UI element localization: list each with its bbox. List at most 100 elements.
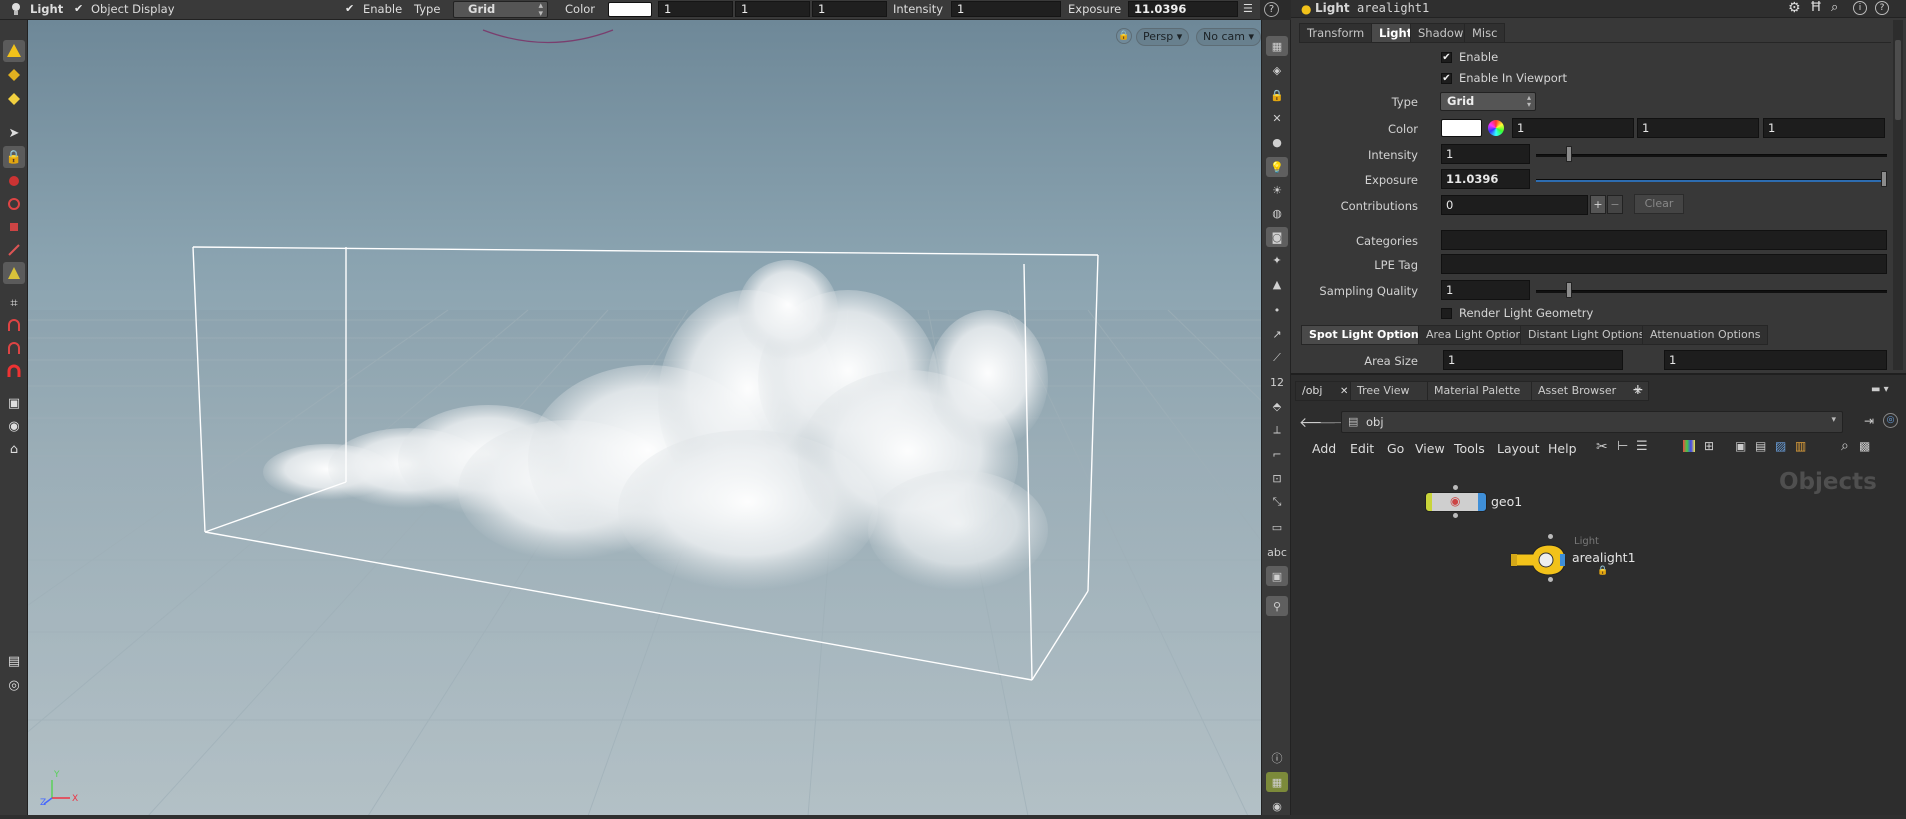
ambient-light-icon[interactable]: ◍ (1266, 203, 1288, 223)
search-icon[interactable]: ⌕ (1831, 0, 1838, 15)
camera-menu-button[interactable]: No cam ▾ (1196, 28, 1261, 46)
layer-icon[interactable]: ▤ (3, 650, 25, 672)
persp-menu-button[interactable]: Persp ▾ (1136, 28, 1190, 46)
area-size-x-field[interactable]: 1 (1443, 350, 1623, 370)
pin-icon[interactable]: ⇥ (1864, 414, 1874, 428)
thumbnail-icon[interactable]: ▣ (1735, 439, 1746, 453)
tab-spot-light-options[interactable]: Spot Light Options (1301, 325, 1434, 345)
exposure-slider-knob[interactable] (1881, 171, 1887, 187)
snap-multi-icon[interactable] (3, 361, 25, 383)
tab-misc[interactable]: Misc (1464, 23, 1506, 43)
vertex-normals-icon[interactable]: ⟂ (1266, 420, 1288, 440)
menu-tools[interactable]: Tools (1454, 441, 1485, 456)
number-display-icon[interactable]: 12 (1266, 372, 1288, 392)
menu-layout[interactable]: Layout (1497, 441, 1540, 456)
render-region-icon[interactable]: ▣ (3, 392, 25, 414)
geo1-node-label[interactable]: geo1 (1491, 494, 1522, 509)
param-scrollbar-thumb[interactable] (1895, 40, 1901, 120)
lpe-tag-field[interactable] (1441, 254, 1887, 274)
background-image-icon[interactable]: ▣ (1266, 566, 1288, 586)
geo1-node[interactable]: ◉ (1425, 492, 1487, 512)
network-info-icon[interactable]: ▩ (1859, 439, 1870, 453)
tree-layout-icon[interactable]: ⊢ (1617, 439, 1628, 454)
shading-mode-icon[interactable]: ● (1266, 132, 1288, 152)
normal-display-icon[interactable]: ↗ (1266, 324, 1288, 344)
color-g-field[interactable]: 1 (1637, 118, 1759, 138)
menu-edit[interactable]: Edit (1350, 441, 1374, 456)
color-r-field[interactable]: 1 (1512, 118, 1634, 138)
type-dropdown[interactable]: Grid ▴ ▾ (453, 1, 548, 19)
render-light-geometry-checkbox[interactable] (1441, 308, 1452, 319)
sampling-quality-field[interactable]: 1 (1441, 280, 1530, 300)
type-dropdown[interactable]: Grid ▴ ▾ (1440, 92, 1536, 111)
exposure-field[interactable]: 11.0396 (1441, 169, 1530, 189)
reference-plane-icon[interactable]: ⌂ (3, 438, 25, 460)
hide-others-icon[interactable]: ✕ (1266, 108, 1288, 128)
object-display-checkbox[interactable]: ✔ (74, 3, 84, 14)
light-link-icon[interactable]: ⚲ (1266, 596, 1288, 616)
arealight1-node[interactable] (1508, 543, 1567, 577)
remove-contribution-button[interactable]: − (1607, 195, 1623, 214)
info-icon[interactable]: ⓘ (1266, 748, 1288, 768)
pose-tool-icon[interactable] (3, 262, 25, 284)
area-size-y-field[interactable]: 1 (1664, 350, 1887, 370)
param-scrollbar[interactable] (1893, 20, 1903, 370)
select-arrow-icon[interactable]: ➤ (3, 122, 25, 144)
menu-go[interactable]: Go (1387, 441, 1404, 456)
intensity-slider-knob[interactable] (1566, 146, 1572, 162)
notes-icon[interactable]: ▤ (1755, 439, 1766, 453)
headlight-icon[interactable]: ☀ (1266, 180, 1288, 200)
light-display-icon[interactable]: 💡 (1266, 157, 1288, 177)
scene-viewport[interactable]: 🔒 Persp ▾ No cam ▾ Y Z X (28, 20, 1261, 816)
viewport-record-icon[interactable]: ◉ (3, 415, 25, 437)
point-display-icon[interactable]: • (1266, 300, 1288, 320)
camera-view-icon[interactable]: ◙ (1266, 227, 1288, 247)
color-swatch[interactable] (1441, 119, 1482, 137)
link-icon[interactable]: ◎ (1883, 413, 1898, 428)
display-options-icon[interactable]: ◈ (1266, 60, 1288, 80)
list-view-icon[interactable]: ☰ (1636, 439, 1648, 454)
backface-icon[interactable]: ▲ (1266, 274, 1288, 294)
sampling-quality-slider[interactable] (1536, 290, 1887, 293)
pane-layout-icon[interactable]: ▬ ▾ (1871, 384, 1889, 395)
handles-display-icon[interactable]: ⤡ (1266, 492, 1288, 512)
primitive-normals-icon[interactable]: ⬘ (1266, 396, 1288, 416)
gear-icon[interactable]: ⚙ (1788, 0, 1801, 16)
contributions-field[interactable]: 0 (1441, 195, 1588, 215)
sampling-quality-slider-knob[interactable] (1566, 282, 1572, 298)
enable-checkbox[interactable]: ✔ (345, 3, 355, 14)
tab-distant-light-options[interactable]: Distant Light Options (1520, 325, 1653, 345)
path-bar[interactable]: ▤ obj ▾ (1341, 411, 1843, 433)
arealight1-node-label[interactable]: arealight1 (1572, 550, 1636, 565)
color-b-field[interactable]: 1 (1763, 118, 1885, 138)
shadow-tool-icon[interactable] (3, 64, 25, 86)
intensity-slider[interactable] (1536, 154, 1887, 157)
box-icon[interactable]: ▥ (1795, 439, 1806, 453)
enable-in-viewport-checkbox[interactable]: ✔ (1441, 73, 1452, 84)
info-circle-icon[interactable]: i (1853, 1, 1867, 15)
camera-icon[interactable]: ◎ (3, 674, 25, 696)
bounding-box-display-icon[interactable]: ⊡ (1266, 468, 1288, 488)
houdini-help-icon[interactable]: Ħ (1810, 0, 1822, 15)
help-circle-icon[interactable]: ? (1875, 1, 1889, 15)
arealight1-input-dot[interactable] (1548, 534, 1553, 539)
clear-button[interactable]: Clear (1634, 194, 1684, 214)
visibility-eye-icon[interactable]: ◉ (1266, 796, 1288, 816)
color-g-field[interactable]: 1 (735, 1, 810, 17)
add-contribution-button[interactable]: + (1590, 195, 1606, 214)
uv-display-icon[interactable]: ⌐ (1266, 444, 1288, 464)
scale-tool-icon[interactable] (3, 216, 25, 238)
geo1-input-dot[interactable] (1453, 485, 1458, 490)
templates-display-icon[interactable]: ▭ (1266, 517, 1288, 537)
ghost-icon[interactable]: ✦ (1266, 250, 1288, 270)
color-r-field[interactable]: 1 (658, 1, 733, 17)
channel-sliders-icon[interactable]: ☰ (1243, 2, 1253, 15)
light-tool-icon[interactable] (3, 40, 25, 62)
arealight1-output-dot[interactable] (1548, 577, 1553, 582)
handle-tool-icon[interactable] (3, 239, 25, 261)
tab-attenuation-options[interactable]: Attenuation Options (1642, 325, 1769, 345)
geo1-output-dot[interactable] (1453, 513, 1458, 518)
zoom-icon[interactable]: ⌕ (1841, 438, 1849, 454)
snap-grid-icon[interactable]: ⌗ (3, 292, 25, 314)
lock-selection-icon[interactable]: 🔒 (3, 146, 25, 168)
